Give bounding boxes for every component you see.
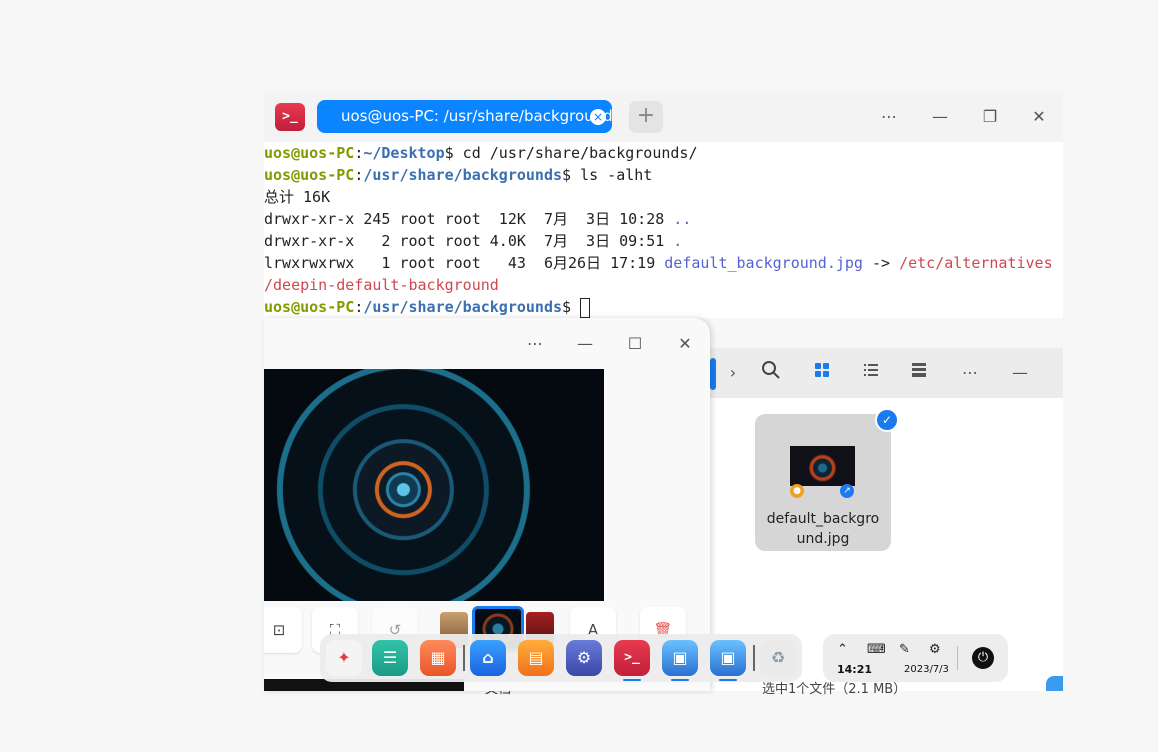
clock-time[interactable]: 14:21 [837,663,872,676]
terminal-line: drwxr-xr-x 2 root root 4.0K 7月 3日 09:51 … [264,232,683,250]
clock-date[interactable]: 2023/7/3 [904,664,949,675]
minimize-icon[interactable]: — [571,330,599,358]
trash-icon[interactable]: ♻ [760,640,796,676]
terminal-tab-title: uos@uos-PC: /usr/share/backgrounds [341,107,612,125]
running-indicator [623,679,641,681]
menu-icon[interactable]: ⋯ [875,103,903,131]
image-viewer-icon[interactable]: ▣ [710,640,746,676]
terminal-line: uos@uos-PC:~/Desktop$ cd /usr/share/back… [264,144,698,162]
file-item[interactable]: ● ↗ default_background.jpg [755,414,891,551]
terminal-cursor [580,297,591,318]
tray-expand-icon[interactable]: ⌃ [837,642,848,657]
dock-separator [753,645,755,671]
terminal-line: drwxr-xr-x 245 root root 12K 7月 3日 10:28… [264,210,692,228]
add-tab-button[interactable]: + [629,101,663,133]
multitask-view-icon[interactable]: ☰ [372,640,408,676]
terminal-window: >_ uos@uos-PC: /usr/share/backgrounds × … [264,92,1063,318]
restore-icon[interactable]: ❐ [976,103,1004,131]
image-viewer-icon[interactable]: ▣ [662,640,698,676]
icon-view-icon[interactable] [809,360,835,386]
control-center-icon[interactable]: ⚙ [566,640,602,676]
lock-icon: ● [790,484,804,498]
original-size-icon[interactable]: ⊡ [264,607,302,653]
maximize-icon[interactable]: ☐ [621,330,649,358]
terminal-line: 总计 16K [264,188,331,206]
terminal-icon[interactable]: >_ [614,640,650,676]
workspace-icon[interactable]: ▦ [420,640,456,676]
chevron-right-icon[interactable]: › [720,360,746,386]
search-icon[interactable] [758,360,784,386]
minimize-icon[interactable]: — [1007,360,1033,386]
link-arrow-icon: ↗ [840,484,854,498]
terminal-app-icon: >_ [275,103,305,131]
dock-separator [463,645,465,671]
file-name: default_background.jpg [766,511,880,547]
notification-icon[interactable] [1046,676,1063,691]
dock: ✦ ☰ ▦ ⌂ ▤ ⚙ >_ ▣ ▣ ♻ [320,634,802,682]
terminal-titlebar: >_ uos@uos-PC: /usr/share/backgrounds × … [264,92,1063,142]
terminal-output[interactable]: uos@uos-PC:~/Desktop$ cd /usr/share/back… [264,142,1063,318]
running-indicator [671,679,689,681]
settings-icon[interactable]: ⚙ [929,642,941,657]
power-icon[interactable]: ⏻ [972,647,994,669]
menu-icon[interactable]: ⋯ [521,330,549,358]
file-thumbnail [790,446,855,486]
list-view-icon[interactable] [858,360,884,386]
terminal-line: uos@uos-PC:/usr/share/backgrounds$ ls -a… [264,166,653,184]
tab-close-icon[interactable]: × [590,109,606,125]
terminal-line: /deepin-default-background [264,276,499,294]
running-indicator [719,679,737,681]
file-manager-icon[interactable]: ⌂ [470,640,506,676]
keyboard-icon[interactable]: ⌨ [867,642,886,657]
close-icon[interactable]: ✕ [1025,103,1053,131]
minimize-icon[interactable]: — [926,103,954,131]
terminal-tab[interactable]: uos@uos-PC: /usr/share/backgrounds × [317,100,612,133]
sidebar-selection-marker [710,358,716,390]
tree-view-icon[interactable] [906,360,932,386]
wallpaper-image[interactable] [264,369,604,601]
file-manager-toolbar: › ⋯ — [710,348,1063,398]
tray-separator [957,646,958,670]
selected-check-icon: ✓ [875,408,899,432]
terminal-prompt: uos@uos-PC:/usr/share/backgrounds$ [264,296,1063,318]
app-store-icon[interactable]: ▤ [518,640,554,676]
menu-icon[interactable]: ⋯ [957,360,983,386]
terminal-line: lrwxrwxrwx 1 root root 43 6月26日 17:19 de… [264,254,1053,272]
close-icon[interactable]: ✕ [671,330,699,358]
pen-icon[interactable]: ✎ [899,642,910,657]
launcher-icon[interactable]: ✦ [326,640,362,676]
system-tray: ⌃ ⌨ ✎ ⚙ 14:21 2023/7/3 ⏻ [823,634,1008,682]
